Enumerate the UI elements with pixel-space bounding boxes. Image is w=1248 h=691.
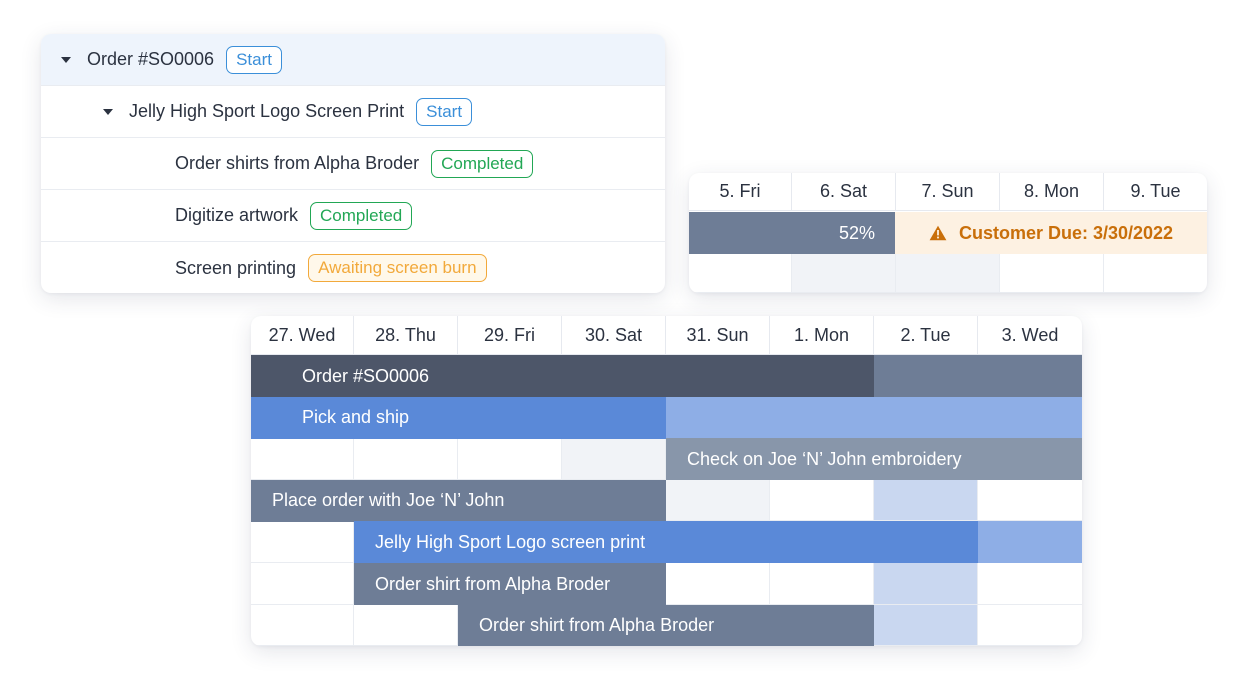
task-bar-label: Pick and ship <box>302 407 410 428</box>
tree-row-label: Screen printing <box>175 257 297 278</box>
task-bar[interactable]: Check on Joe ‘N’ John embroidery <box>666 438 1082 481</box>
day-header: 27. Wed <box>251 316 354 355</box>
day-header: 31. Sun <box>666 316 770 355</box>
status-badge: Start <box>416 97 473 126</box>
grid-cell <box>770 479 874 522</box>
task-bar[interactable]: Pick and ship <box>251 396 666 439</box>
tree-row-task[interactable]: Order shirts from Alpha Broder Completed <box>41 138 665 190</box>
warning-triangle-icon <box>929 225 947 241</box>
tree-row-task[interactable]: Digitize artwork Completed <box>41 190 665 242</box>
grid-cell <box>978 480 1082 522</box>
grid-cell <box>896 254 1000 293</box>
grid-cell <box>874 604 978 646</box>
status-badge: Completed <box>310 201 413 230</box>
task-bar[interactable]: Order shirt from Alpha Broder <box>354 563 666 606</box>
task-bar-label: Order shirt from Alpha Broder <box>375 573 611 594</box>
grid-cell <box>354 604 458 646</box>
grid-cell <box>792 254 896 293</box>
task-bar-label: Order #SO0006 <box>302 365 430 386</box>
task-bar[interactable]: Order #SO0006 <box>251 355 874 398</box>
task-bar-label: Order shirt from Alpha Broder <box>479 615 715 636</box>
grid-cell <box>978 605 1082 646</box>
grid-cell <box>562 438 666 480</box>
grid-cell <box>1104 254 1207 293</box>
day-header: 6. Sat <box>792 173 896 211</box>
task-bar-label: Jelly High Sport Logo screen print <box>375 531 646 552</box>
progress-label: 52% <box>838 222 875 243</box>
day-header: 30. Sat <box>562 316 666 355</box>
day-header: 28. Thu <box>354 316 458 355</box>
customer-due-label: Customer Due: 3/30/2022 <box>958 222 1174 243</box>
progress-bar[interactable]: 52% <box>689 212 895 254</box>
tree-row-job[interactable]: Jelly High Sport Logo Screen Print Start <box>41 86 665 138</box>
grid-cell <box>666 563 770 605</box>
day-header: 7. Sun <box>896 173 1000 211</box>
grid-cell <box>354 438 458 480</box>
grid-cell <box>770 563 874 605</box>
status-badge: Completed <box>431 149 534 178</box>
task-bar[interactable]: Place order with Joe ‘N’ John <box>251 479 666 522</box>
grid-cell <box>874 479 978 522</box>
grid-cell <box>251 521 354 563</box>
grid-cell <box>666 479 770 522</box>
task-bar[interactable]: Jelly High Sport Logo screen print <box>354 521 978 564</box>
grid-cell <box>978 563 1082 605</box>
task-bar-extension[interactable] <box>666 396 1082 439</box>
day-header: 3. Wed <box>978 316 1082 355</box>
task-bar-label: Check on Joe ‘N’ John embroidery <box>687 448 962 469</box>
grid-cell <box>251 438 354 480</box>
day-header: 1. Mon <box>770 316 874 355</box>
day-header: 2. Tue <box>874 316 978 355</box>
task-tree-panel: Order #SO0006 Start Jelly High Sport Log… <box>41 34 665 293</box>
task-bar-extension[interactable] <box>978 521 1082 564</box>
tree-row-label: Order #SO0006 <box>87 49 215 69</box>
grid-cell <box>1000 254 1104 293</box>
gantt-timeline-panel: 27. Wed 28. Thu 29. Fri 30. Sat 31. Sun 1. Mo… <box>251 316 1082 646</box>
tree-row-task[interactable]: Screen printing Awaiting screen burn <box>41 242 665 293</box>
caret-down-icon[interactable] <box>61 56 71 63</box>
grid-cell <box>874 563 978 605</box>
day-header: 8. Mon <box>1000 173 1104 211</box>
tree-row-order[interactable]: Order #SO0006 Start <box>41 34 665 86</box>
grid-cell <box>251 563 354 605</box>
mini-timeline-panel: 5. Fri 6. Sat 7. Sun 8. Mon 9. Tue 52% C… <box>689 173 1207 293</box>
tree-row-label: Jelly High Sport Logo Screen Print <box>129 101 405 121</box>
day-header: 29. Fri <box>458 316 562 355</box>
task-bar-label: Place order with Joe ‘N’ John <box>272 490 505 511</box>
status-badge: Awaiting screen burn <box>308 254 487 282</box>
grid-cell <box>458 438 562 480</box>
task-bar[interactable]: Order shirt from Alpha Broder <box>458 604 874 646</box>
customer-due-marker[interactable]: Customer Due: 3/30/2022 <box>895 212 1207 254</box>
tree-row-label: Order shirts from Alpha Broder <box>175 153 420 173</box>
grid-cell <box>251 604 354 646</box>
task-bar-extension[interactable] <box>874 355 1082 398</box>
tree-row-label: Digitize artwork <box>175 205 299 225</box>
caret-down-icon[interactable] <box>103 108 113 115</box>
status-badge: Start <box>226 45 282 74</box>
day-header: 9. Tue <box>1104 173 1207 211</box>
day-header: 5. Fri <box>689 173 792 211</box>
grid-cell <box>689 254 792 293</box>
